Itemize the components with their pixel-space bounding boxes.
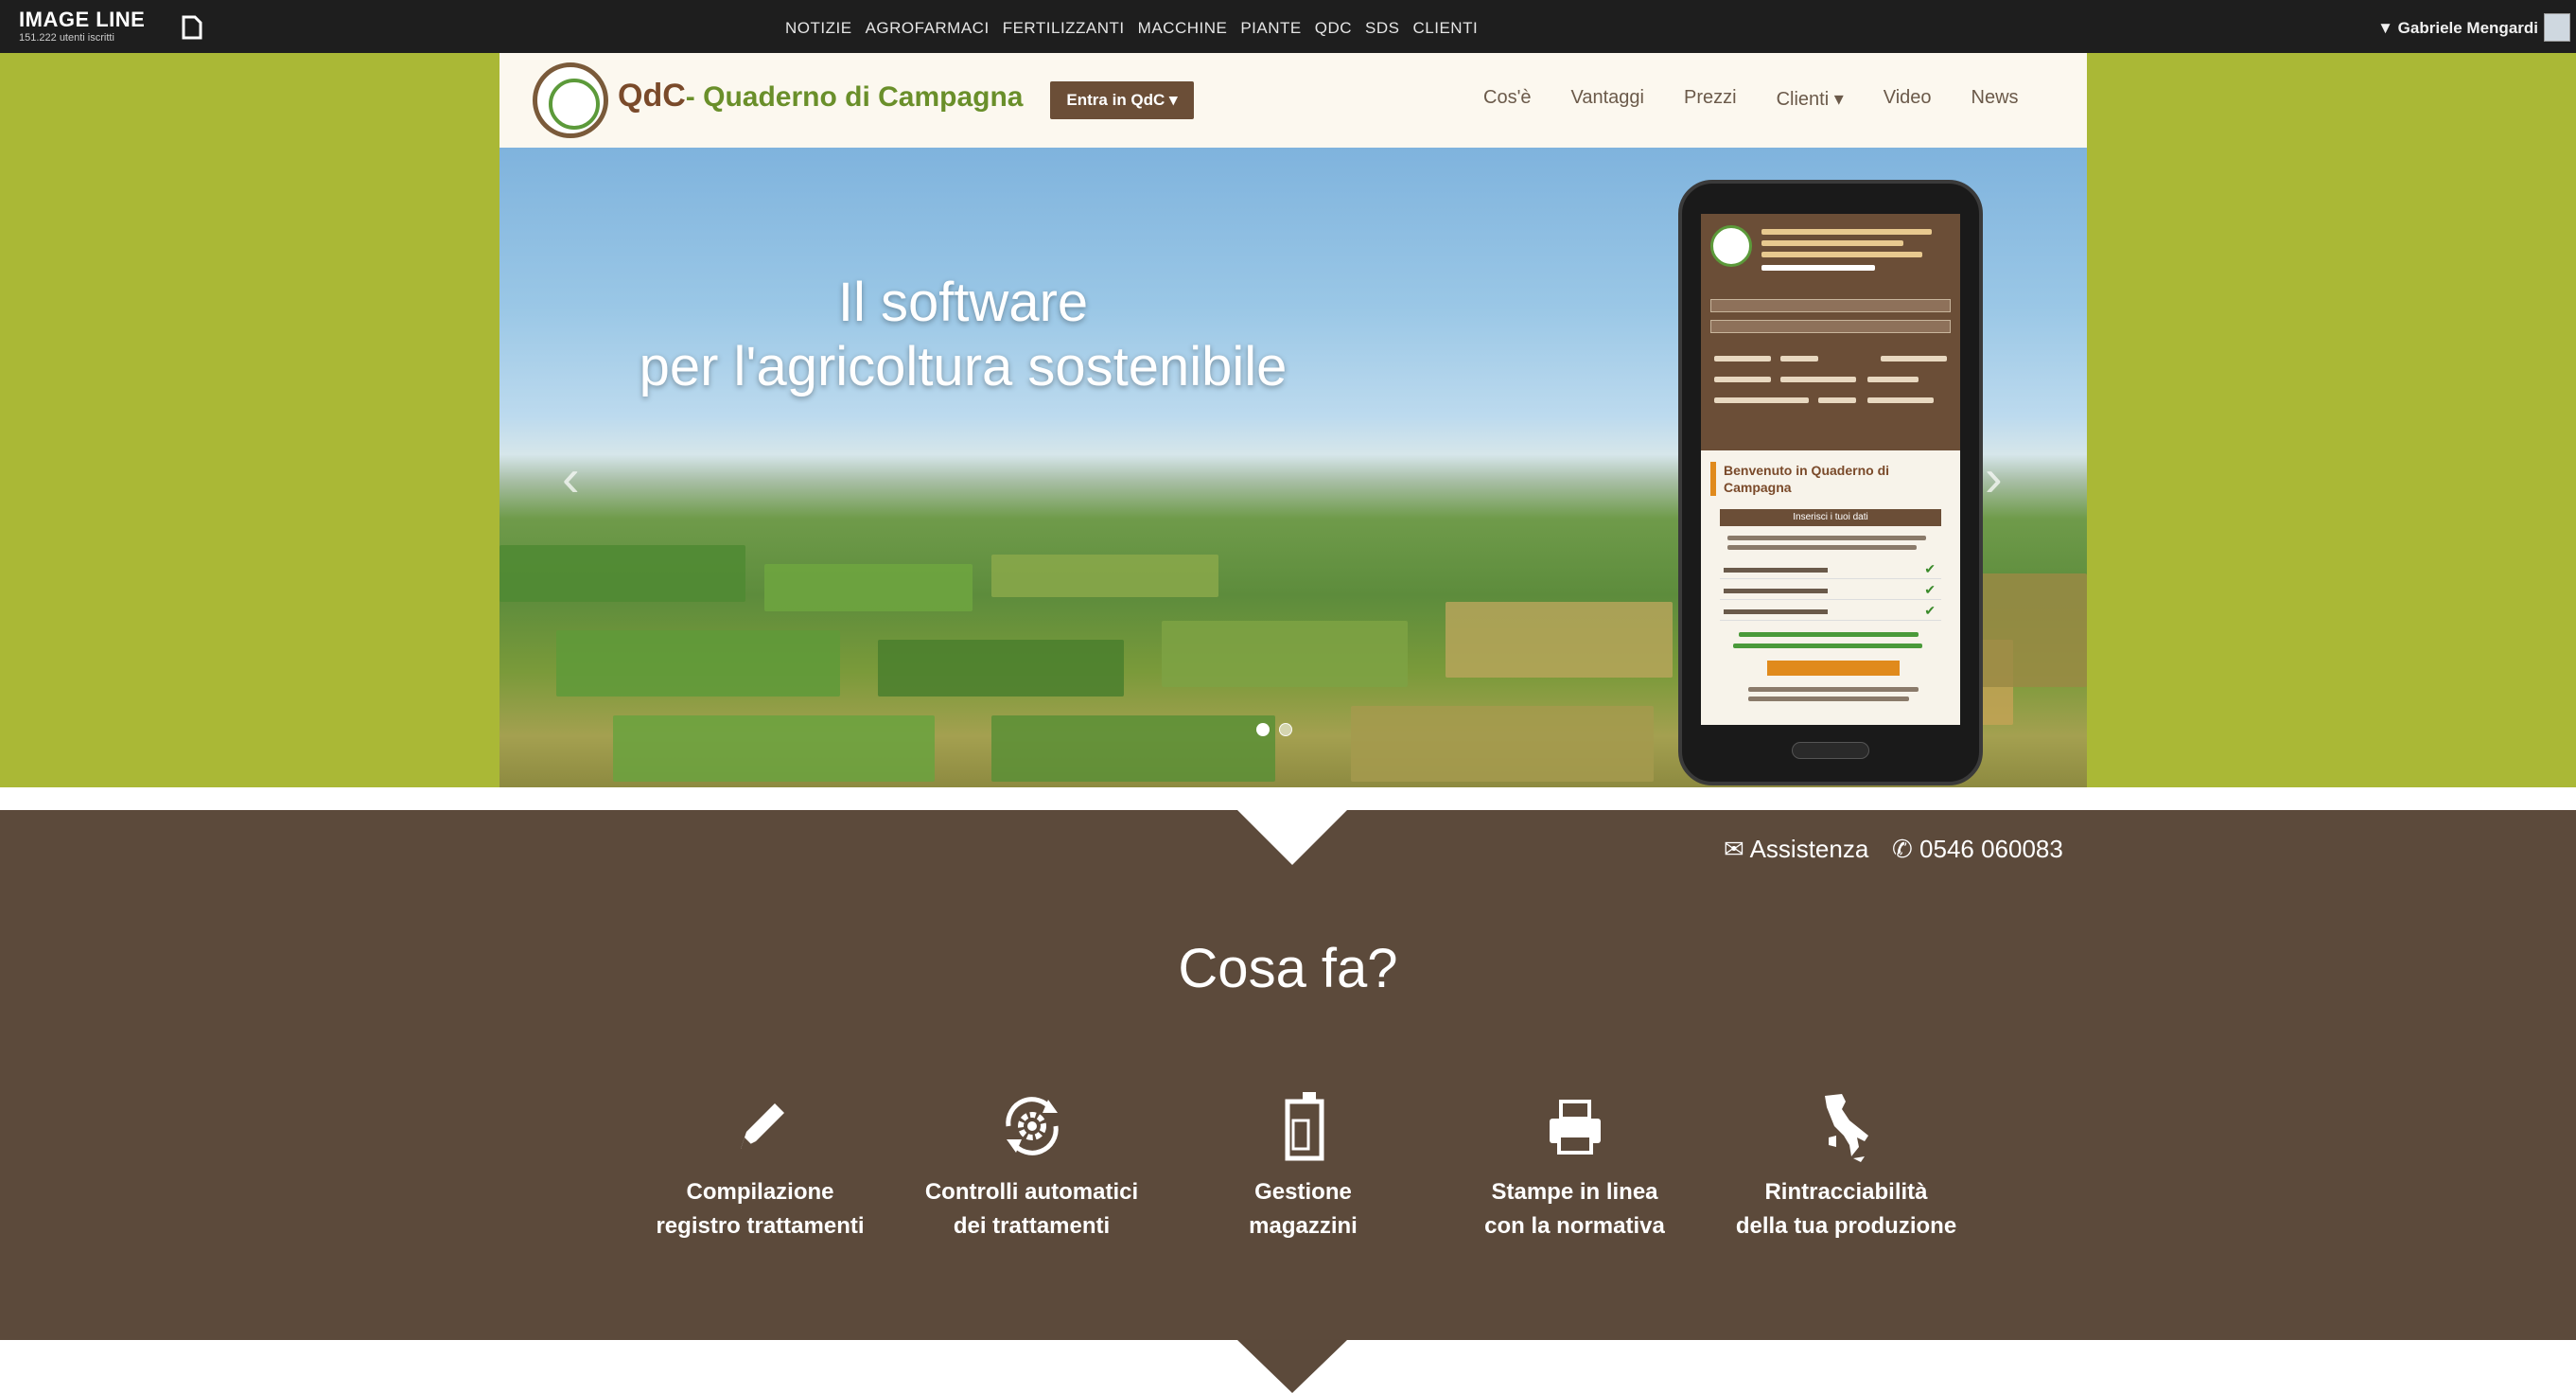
topnav-agrofarmaci[interactable]: AGROFARMACI bbox=[866, 19, 990, 38]
landscape-field bbox=[1975, 573, 2087, 687]
topnav-piante[interactable]: PIANTE bbox=[1240, 19, 1301, 38]
image-line-brand[interactable]: IMAGE LINE 151.222 utenti iscritti bbox=[19, 9, 145, 44]
phone-welcome-text: Benvenuto in Quaderno di Campagna bbox=[1710, 462, 1947, 496]
landscape-field bbox=[991, 555, 1218, 597]
features-section bbox=[0, 810, 2576, 1340]
carousel-dot-1[interactable] bbox=[1256, 723, 1270, 736]
brand-user-count: 151.222 utenti iscritti bbox=[19, 32, 114, 44]
topnav-fertilizzanti[interactable]: FERTILIZZANTI bbox=[1003, 19, 1125, 38]
landscape-field bbox=[1446, 602, 1673, 678]
hero-title: Il software per l'agricoltura sostenibil… bbox=[499, 271, 1427, 399]
feature-label: con la normativa bbox=[1484, 1213, 1665, 1239]
site-header: QdC- Quaderno di Campagna Entra in QdC ▾… bbox=[499, 53, 2087, 148]
phone-section-bar: Inserisci i tuoi dati bbox=[1720, 509, 1941, 526]
phone-icon: ✆ bbox=[1892, 835, 1913, 863]
landscape-field bbox=[613, 715, 935, 782]
landscape-field bbox=[499, 545, 745, 602]
landscape-field bbox=[556, 630, 840, 696]
phone-home-button bbox=[1792, 742, 1869, 759]
assistenza-link[interactable]: ✉ Assistenza bbox=[1724, 835, 1868, 864]
nav-prezzi[interactable]: Prezzi bbox=[1684, 87, 1737, 111]
brand-name: IMAGE LINE bbox=[19, 8, 146, 31]
phone-mockup: Benvenuto in Quaderno di Campagna Inseri… bbox=[1678, 180, 1983, 785]
qdc-logo-icon[interactable] bbox=[533, 62, 608, 138]
hero-title-line1: Il software bbox=[837, 272, 1089, 333]
main-nav: Cos'è Vantaggi Prezzi Clienti ▾ Video Ne… bbox=[1483, 87, 2019, 111]
site-logo-text[interactable]: QdC- Quaderno di Campagna bbox=[618, 78, 1024, 115]
nav-video[interactable]: Video bbox=[1884, 87, 1932, 111]
feature-label: Gestione bbox=[1254, 1179, 1352, 1205]
entra-in-qdc-button[interactable]: Entra in QdC ▾ bbox=[1050, 81, 1194, 119]
feature-label: Compilazione bbox=[686, 1179, 834, 1205]
section-notch bbox=[1237, 810, 1347, 865]
image-line-topbar: IMAGE LINE 151.222 utenti iscritti NOTIZ… bbox=[0, 0, 2576, 53]
nav-news[interactable]: News bbox=[1971, 87, 2019, 111]
carousel-indicators bbox=[1256, 723, 1292, 736]
feature-controlli[interactable]: Controlli automatici dei trattamenti bbox=[896, 1088, 1167, 1243]
section-title: Cosa fa? bbox=[1178, 938, 1398, 999]
features-list: Compilazione registro trattamenti Contro… bbox=[624, 1088, 1982, 1243]
check-icon: ✔ bbox=[1924, 582, 1936, 597]
feature-compilazione[interactable]: Compilazione registro trattamenti bbox=[624, 1088, 896, 1243]
phone-check-item: ✔ bbox=[1720, 581, 1941, 600]
feature-label: dei trattamenti bbox=[953, 1213, 1111, 1239]
feature-rintracciabilita[interactable]: Rintracciabilità della tua produzione bbox=[1710, 1088, 1982, 1243]
phone-logo-icon bbox=[1710, 225, 1752, 267]
topnav-notizie[interactable]: NOTIZIE bbox=[785, 19, 852, 38]
page: IMAGE LINE 151.222 utenti iscritti NOTIZ… bbox=[0, 0, 2576, 1393]
check-icon: ✔ bbox=[1924, 561, 1936, 576]
topnav-sds[interactable]: SDS bbox=[1365, 19, 1399, 38]
topbar-nav: NOTIZIE AGROFARMACI FERTILIZZANTI MACCHI… bbox=[785, 19, 1478, 38]
section-notch-bottom bbox=[1237, 1340, 1347, 1393]
phone-link[interactable]: ✆ 0546 060083 bbox=[1892, 835, 2063, 864]
landscape-field bbox=[764, 564, 973, 611]
nav-clienti[interactable]: Clienti ▾ bbox=[1777, 87, 1844, 111]
feature-label: Controlli automatici bbox=[924, 1179, 1139, 1205]
topnav-qdc[interactable]: QDC bbox=[1315, 19, 1352, 38]
nav-vantaggi[interactable]: Vantaggi bbox=[1571, 87, 1644, 111]
feature-label: della tua produzione bbox=[1735, 1213, 1957, 1239]
feature-label: registro trattamenti bbox=[656, 1213, 865, 1239]
logo-qdc: QdC bbox=[618, 78, 686, 114]
gear-cycle-icon bbox=[1005, 1097, 1059, 1155]
carousel-next-icon[interactable]: › bbox=[1985, 447, 2003, 508]
landscape-field bbox=[878, 640, 1124, 696]
hero-title-line2: per l'agricoltura sostenibile bbox=[639, 336, 1288, 397]
topnav-clienti[interactable]: CLIENTI bbox=[1413, 19, 1479, 38]
pencil-icon bbox=[740, 1103, 784, 1149]
canister-icon bbox=[1285, 1092, 1323, 1161]
phone-cta-button bbox=[1767, 661, 1900, 676]
feature-label: magazzini bbox=[1249, 1213, 1358, 1239]
topnav-macchine[interactable]: MACCHINE bbox=[1138, 19, 1228, 38]
divider-strip bbox=[0, 787, 2576, 810]
phone-check-item: ✔ bbox=[1720, 560, 1941, 579]
logo-subtitle: - Quaderno di Campagna bbox=[685, 81, 1024, 113]
assistenza-label: Assistenza bbox=[1749, 835, 1869, 863]
nav-cose[interactable]: Cos'è bbox=[1483, 87, 1532, 111]
carousel-prev-icon[interactable]: ‹ bbox=[562, 447, 580, 508]
landscape-field bbox=[1351, 706, 1654, 782]
feature-label: Rintracciabilità bbox=[1764, 1179, 1928, 1205]
carousel-dot-2[interactable] bbox=[1279, 723, 1292, 736]
document-icon[interactable] bbox=[180, 15, 204, 40]
hero-carousel: Il software per l'agricoltura sostenibil… bbox=[499, 148, 2087, 787]
italy-map-icon bbox=[1824, 1094, 1868, 1162]
feature-magazzini[interactable]: Gestione magazzini bbox=[1167, 1088, 1439, 1243]
landscape-field bbox=[1162, 621, 1408, 687]
printer-icon bbox=[1549, 1100, 1601, 1155]
avatar[interactable] bbox=[2544, 13, 2570, 42]
feature-label: Stampe in linea bbox=[1491, 1179, 1658, 1205]
feature-stampe[interactable]: Stampe in linea con la normativa bbox=[1439, 1088, 1710, 1243]
user-menu[interactable]: ▼ Gabriele Mengardi bbox=[2377, 19, 2538, 38]
phone-check-item: ✔ bbox=[1720, 602, 1941, 621]
phone-number: 0546 060083 bbox=[1919, 835, 2063, 863]
phone-screen-header bbox=[1701, 214, 1960, 450]
mail-icon: ✉ bbox=[1724, 835, 1744, 863]
check-icon: ✔ bbox=[1924, 603, 1936, 618]
landscape-field bbox=[991, 715, 1275, 782]
phone-screen: Benvenuto in Quaderno di Campagna Inseri… bbox=[1701, 214, 1960, 725]
